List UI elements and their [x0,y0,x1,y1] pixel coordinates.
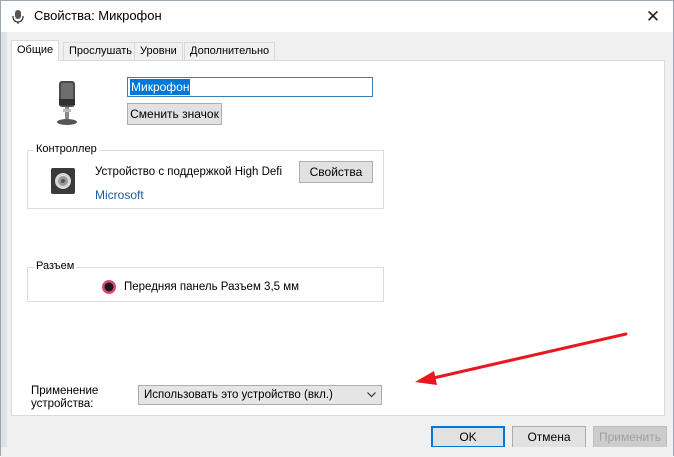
button-label: OK [459,430,477,444]
device-usage-select[interactable]: Использовать это устройство (вкл.) [138,385,382,405]
tab-advanced[interactable]: Дополнительно [184,42,276,60]
change-icon-button[interactable]: Сменить значок [127,103,222,125]
device-name-text: Микрофон [130,79,191,95]
red-arrow-icon [415,332,628,385]
controller-properties-button[interactable]: Свойства [299,161,373,183]
controller-group-label: Контроллер [34,143,99,155]
jack-group-label: Разъем [34,260,77,272]
speaker-icon [51,168,75,194]
button-label: Сменить значок [130,107,219,121]
device-usage-label-line1: Применение [31,385,99,397]
properties-window: Свойства: Микрофон ✕ Общие Прослушать Ур… [0,0,674,457]
button-label: Применить [598,430,661,444]
title-bar[interactable]: Свойства: Микрофон ✕ [1,1,673,32]
ok-button[interactable]: OK [431,426,505,448]
tab-general[interactable]: Общие [11,40,60,61]
close-icon: ✕ [645,6,661,26]
apply-button[interactable]: Применить [593,426,667,448]
jack-description: Передняя панель Разъем 3,5 мм [124,281,300,293]
tab-label: Общие [17,44,54,56]
cancel-button[interactable]: Отмена [512,426,586,448]
microphone-icon [12,10,24,24]
device-usage-value: Использовать это устройство (вкл.) [144,389,333,401]
tab-levels[interactable]: Уровни [134,42,183,60]
controller-name: Устройство с поддержкой High Defi [95,166,283,178]
close-button[interactable]: ✕ [633,1,673,32]
device-usage-label-line2: устройства: [31,398,94,410]
tab-label: Уровни [140,45,177,57]
button-label: Отмена [527,430,571,444]
controller-vendor: Microsoft [95,188,144,202]
background-strip [1,32,7,457]
audio-jack-icon [102,280,116,294]
tab-label: Прослушать [69,45,133,57]
button-label: Свойства [309,165,363,179]
device-name-input[interactable]: Микрофон [127,77,373,97]
tab-label: Дополнительно [190,45,270,57]
device-usage-label: Применение устройства: [31,385,98,411]
tab-listen[interactable]: Прослушать [63,42,139,60]
chevron-down-icon [367,392,376,398]
microphone-icon [57,81,77,125]
window-title: Свойства: Микрофон [34,8,162,23]
